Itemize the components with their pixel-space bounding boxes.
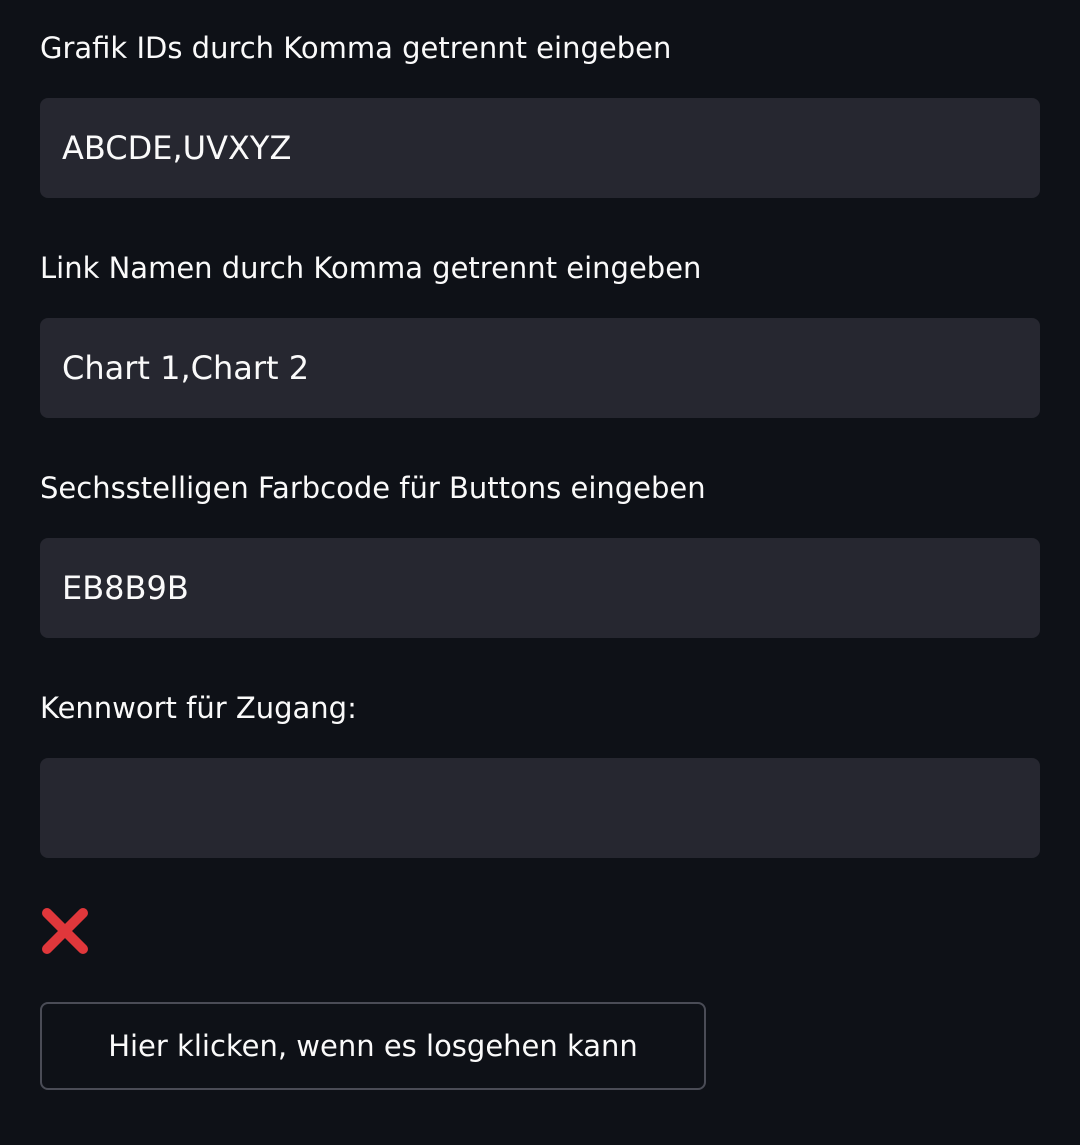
link-namen-input[interactable] — [40, 318, 1040, 418]
farbcode-input[interactable] — [40, 538, 1040, 638]
grafik-ids-input[interactable] — [40, 98, 1040, 198]
start-button[interactable]: Hier klicken, wenn es losgehen kann — [40, 1002, 706, 1090]
grafik-ids-label: Grafik IDs durch Komma getrennt eingeben — [40, 31, 672, 65]
farbcode-label: Sechsstelligen Farbcode für Buttons eing… — [40, 471, 706, 505]
kennwort-input[interactable] — [40, 758, 1040, 858]
kennwort-label: Kennwort für Zugang: — [40, 691, 357, 725]
cross-mark-icon — [40, 906, 90, 956]
settings-form: Grafik IDs durch Komma getrennt eingeben… — [0, 0, 1080, 1145]
link-namen-label: Link Namen durch Komma getrennt eingeben — [40, 251, 702, 285]
